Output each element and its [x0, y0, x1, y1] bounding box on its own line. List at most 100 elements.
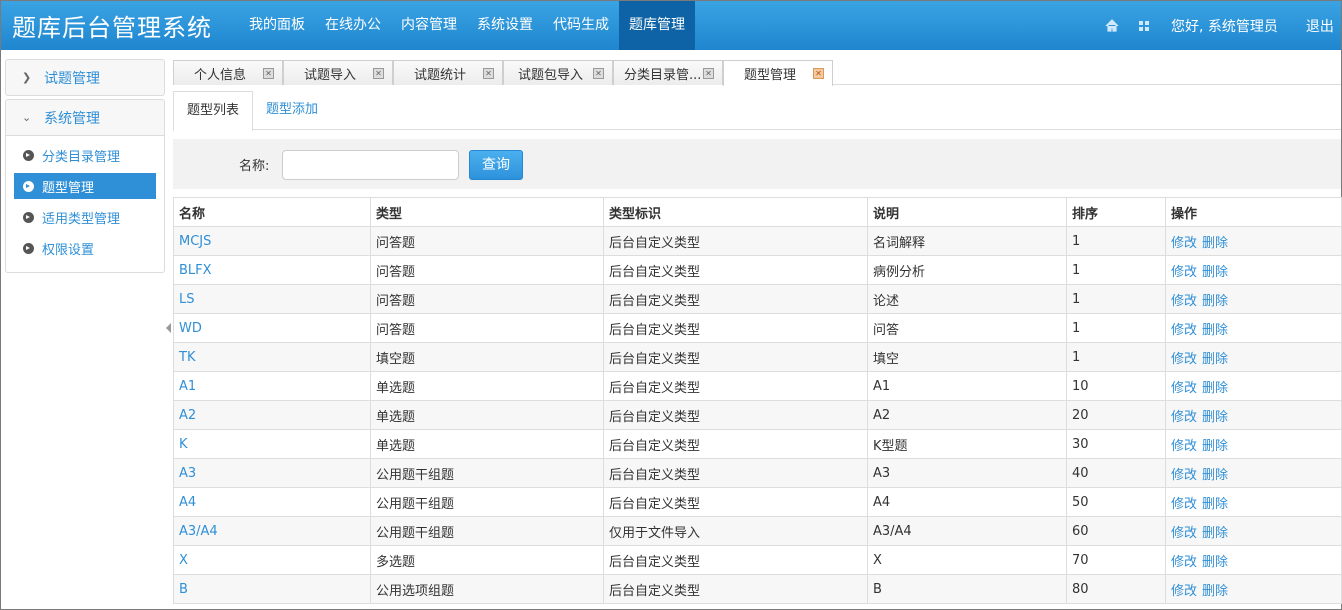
logout-link[interactable]: 退出: [1306, 16, 1334, 36]
sidebar-item-permissions[interactable]: 权限设置: [14, 235, 156, 261]
cell-sort: 1: [1066, 313, 1166, 343]
nav-item-content[interactable]: 内容管理: [391, 1, 467, 50]
search-button[interactable]: 查询: [469, 150, 523, 180]
table-row: A4 公用题干组题 后台自定义类型 A4 50 修改 删除: [173, 487, 1342, 517]
cell-type-flag: 后台自定义类型: [603, 429, 868, 459]
column-header-type[interactable]: 类型: [370, 197, 604, 227]
delete-link[interactable]: 删除: [1202, 468, 1228, 483]
cell-name[interactable]: K: [173, 429, 371, 459]
tab-type-list[interactable]: 题型列表: [173, 91, 254, 131]
sidebar-collapse-handle[interactable]: [166, 323, 171, 333]
edit-link[interactable]: 修改: [1171, 323, 1197, 338]
tab-type-add[interactable]: 题型添加: [253, 91, 331, 130]
cell-name[interactable]: A3: [173, 458, 371, 488]
edit-link[interactable]: 修改: [1171, 439, 1197, 454]
cell-name[interactable]: MCJS: [173, 226, 371, 256]
delete-link[interactable]: 删除: [1202, 526, 1228, 541]
cell-name[interactable]: A2: [173, 400, 371, 430]
cell-name[interactable]: WD: [173, 313, 371, 343]
nav-item-dashboard[interactable]: 我的面板: [239, 1, 315, 50]
nav-item-codegen[interactable]: 代码生成: [543, 1, 619, 50]
sidebar-group-questions[interactable]: ❯ 试题管理: [5, 59, 165, 96]
cell-name[interactable]: B: [173, 574, 371, 604]
name-search-input[interactable]: [282, 150, 459, 180]
sidebar-item-applicable-types[interactable]: 适用类型管理: [14, 204, 156, 230]
close-icon[interactable]: ✕: [263, 68, 274, 79]
edit-link[interactable]: 修改: [1171, 555, 1197, 570]
column-header-name[interactable]: 名称: [173, 197, 371, 227]
edit-link[interactable]: 修改: [1171, 526, 1197, 541]
edit-link[interactable]: 修改: [1171, 265, 1197, 280]
cell-description: 问答: [867, 313, 1067, 343]
page-tab-import[interactable]: 试题导入 ✕: [283, 60, 393, 85]
cell-name[interactable]: A3/A4: [173, 516, 371, 546]
cell-name[interactable]: BLFX: [173, 255, 371, 285]
sidebar-group-body: 分类目录管理 题型管理 适用类型管理 权限设置: [5, 136, 165, 273]
close-icon[interactable]: ✕: [813, 68, 824, 79]
edit-link[interactable]: 修改: [1171, 584, 1197, 599]
delete-link[interactable]: 删除: [1202, 439, 1228, 454]
delete-link[interactable]: 删除: [1202, 555, 1228, 570]
delete-link[interactable]: 删除: [1202, 236, 1228, 251]
cell-type: 问答题: [370, 284, 604, 314]
delete-link[interactable]: 删除: [1202, 265, 1228, 280]
column-header-description[interactable]: 说明: [867, 197, 1067, 227]
sidebar-item-label: 分类目录管理: [42, 149, 121, 165]
column-header-type-flag[interactable]: 类型标识: [603, 197, 868, 227]
cell-name[interactable]: A1: [173, 371, 371, 401]
grid-icon[interactable]: [1133, 15, 1155, 37]
delete-link[interactable]: 删除: [1202, 584, 1228, 599]
column-header-sort[interactable]: 排序: [1066, 197, 1166, 227]
cell-sort: 1: [1066, 255, 1166, 285]
edit-link[interactable]: 修改: [1171, 497, 1197, 512]
cell-sort: 30: [1066, 429, 1166, 459]
cell-type: 问答题: [370, 313, 604, 343]
nav-item-settings[interactable]: 系统设置: [467, 1, 543, 50]
cell-name[interactable]: TK: [173, 342, 371, 372]
delete-link[interactable]: 删除: [1202, 381, 1228, 396]
sub-tabs: 题型列表 题型添加: [173, 91, 1341, 131]
delete-link[interactable]: 删除: [1202, 294, 1228, 309]
nav-item-office[interactable]: 在线办公: [315, 1, 391, 50]
sidebar-item-question-types[interactable]: 题型管理: [14, 173, 156, 199]
page-tab-category[interactable]: 分类目录管... ✕: [613, 60, 723, 85]
page-tab-package-import[interactable]: 试题包导入 ✕: [503, 60, 613, 85]
table-row: MCJS 问答题 后台自定义类型 名词解释 1 修改 删除: [173, 226, 1342, 256]
arrow-circle-icon: [23, 149, 34, 161]
cell-type-flag: 后台自定义类型: [603, 574, 868, 604]
user-greeting[interactable]: 您好, 系统管理员: [1171, 16, 1278, 36]
close-icon[interactable]: ✕: [373, 68, 384, 79]
page-tab-stats[interactable]: 试题统计 ✕: [393, 60, 503, 85]
cell-type: 公用选项组题: [370, 574, 604, 604]
edit-link[interactable]: 修改: [1171, 236, 1197, 251]
page-tab-label: 题型管理: [744, 68, 797, 83]
cell-type-flag: 后台自定义类型: [603, 226, 868, 256]
cell-sort: 40: [1066, 458, 1166, 488]
cell-type-flag: 后台自定义类型: [603, 458, 868, 488]
cell-name[interactable]: X: [173, 545, 371, 575]
nav-item-question-bank[interactable]: 题库管理: [619, 1, 695, 50]
sidebar-group-system[interactable]: ⌄ 系统管理: [5, 99, 165, 136]
edit-link[interactable]: 修改: [1171, 410, 1197, 425]
delete-link[interactable]: 删除: [1202, 497, 1228, 512]
cell-description: 论述: [867, 284, 1067, 314]
sidebar-item-label: 题型管理: [42, 180, 95, 196]
delete-link[interactable]: 删除: [1202, 323, 1228, 338]
cell-name[interactable]: A4: [173, 487, 371, 517]
edit-link[interactable]: 修改: [1171, 468, 1197, 483]
close-icon[interactable]: ✕: [703, 68, 714, 79]
page-tab-question-types[interactable]: 题型管理 ✕: [723, 60, 833, 86]
close-icon[interactable]: ✕: [483, 68, 494, 79]
edit-link[interactable]: 修改: [1171, 294, 1197, 309]
edit-link[interactable]: 修改: [1171, 352, 1197, 367]
page-tab-profile[interactable]: 个人信息 ✕: [173, 60, 283, 85]
cell-name[interactable]: LS: [173, 284, 371, 314]
sidebar-item-category[interactable]: 分类目录管理: [14, 142, 156, 168]
delete-link[interactable]: 删除: [1202, 352, 1228, 367]
edit-link[interactable]: 修改: [1171, 381, 1197, 396]
close-icon[interactable]: ✕: [593, 68, 604, 79]
cell-sort: 20: [1066, 400, 1166, 430]
arrow-circle-icon: [23, 180, 34, 192]
delete-link[interactable]: 删除: [1202, 410, 1228, 425]
home-icon[interactable]: [1101, 15, 1123, 37]
